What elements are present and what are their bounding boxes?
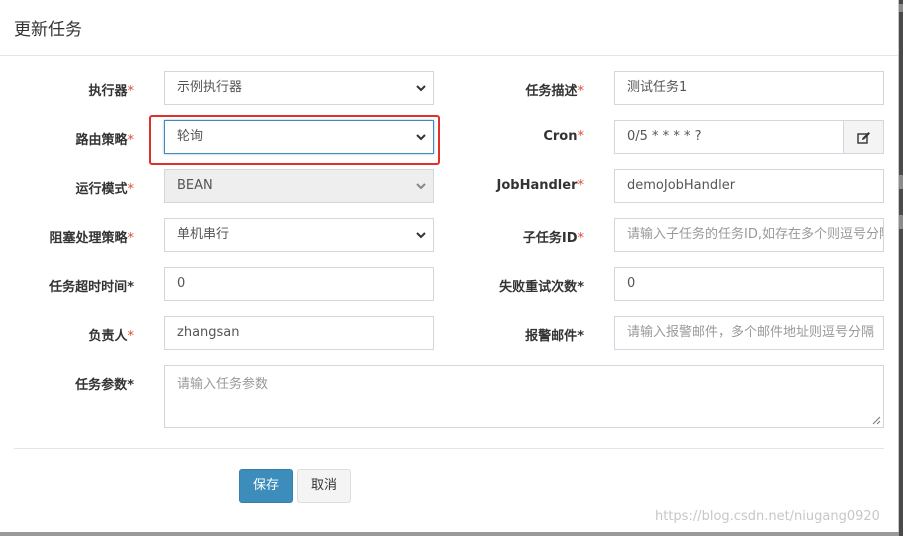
cron-input[interactable]: 0/5 * * * * ? (614, 120, 844, 154)
params-label: 任务参数* (75, 378, 134, 393)
run-mode-select: BEAN (164, 169, 434, 203)
owner-input[interactable]: zhangsan (164, 316, 434, 350)
footer-divider (14, 448, 884, 449)
retry-input[interactable]: 0 (614, 267, 884, 301)
run-mode-label: 运行模式* (75, 182, 134, 197)
watermark: https://blog.csdn.net/niugang0920 (655, 509, 880, 524)
block-strategy-value: 单机串行 (177, 227, 230, 242)
alarm-email-label: 报警邮件* (525, 329, 584, 344)
chevron-down-icon (416, 85, 426, 92)
job-handler-label: JobHandler* (496, 178, 584, 193)
job-desc-label: 任务描述* (525, 84, 584, 99)
update-job-dialog: 更新任务 执行器* 示例执行器 任务描述* 测试任务1 路由策略* 轮询 Cro… (0, 0, 899, 533)
block-strategy-label: 阻塞处理策略* (49, 231, 134, 246)
run-mode-value: BEAN (177, 178, 213, 193)
red-highlight-box (149, 115, 440, 165)
backdrop-bottom (0, 532, 899, 536)
edit-icon (857, 132, 870, 144)
timeout-label: 任务超时时间* (49, 280, 134, 295)
executor-label: 执行器* (88, 84, 134, 99)
job-desc-input[interactable]: 测试任务1 (614, 71, 884, 105)
cancel-button[interactable]: 取消 (297, 469, 351, 503)
save-button[interactable]: 保存 (239, 469, 293, 503)
cron-label: Cron* (543, 129, 584, 144)
child-job-input[interactable]: 请输入子任务的任务ID,如存在多个则逗号分隔 (614, 218, 884, 252)
params-textarea[interactable]: 请输入任务参数 (164, 365, 884, 428)
alarm-email-input[interactable]: 请输入报警邮件，多个邮件地址则逗号分隔 (614, 316, 884, 350)
params-placeholder: 请输入任务参数 (177, 377, 269, 392)
timeout-input[interactable]: 0 (164, 267, 434, 301)
executor-value: 示例执行器 (177, 80, 243, 95)
job-handler-input[interactable]: demoJobHandler (614, 169, 884, 203)
dialog-header: 更新任务 (0, 0, 898, 56)
block-strategy-select[interactable]: 单机串行 (164, 218, 434, 252)
child-job-label: 子任务ID* (522, 231, 584, 246)
route-strategy-label: 路由策略* (75, 133, 134, 148)
cron-edit-button[interactable] (843, 120, 884, 154)
chevron-down-icon (416, 232, 426, 239)
dialog-title: 更新任务 (14, 20, 82, 40)
chevron-down-icon (416, 183, 426, 190)
owner-label: 负责人* (88, 329, 134, 344)
retry-label: 失败重试次数* (499, 280, 584, 295)
resize-handle-icon[interactable] (872, 416, 881, 425)
executor-select[interactable]: 示例执行器 (164, 71, 434, 105)
backdrop (899, 0, 903, 536)
